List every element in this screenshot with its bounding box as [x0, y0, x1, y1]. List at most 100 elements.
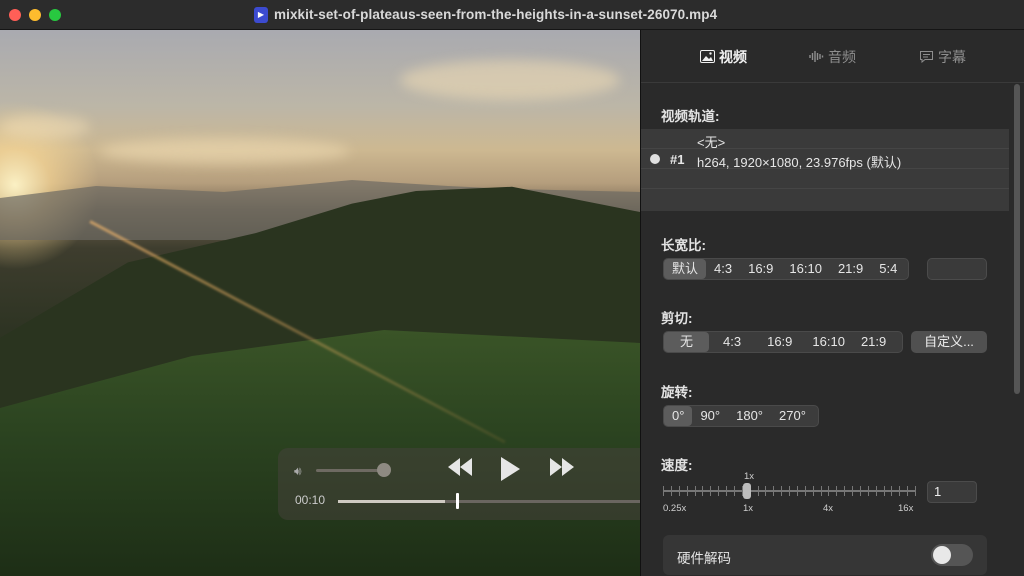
rotation-option-270[interactable]: 270° — [771, 406, 814, 426]
speed-tick-label: 16x — [898, 503, 914, 514]
crop-option-16-9[interactable]: 16:9 — [755, 332, 804, 352]
crop-label: 剪切: — [661, 311, 693, 326]
seek-knob[interactable] — [456, 493, 459, 509]
rotation-option-0[interactable]: 0° — [664, 406, 693, 426]
speed-tick-mark — [694, 486, 696, 496]
speed-tick-mark — [883, 486, 885, 496]
tab-subtitles-label: 字幕 — [938, 49, 966, 65]
seek-bar-progress — [338, 500, 445, 503]
hardware-decode-row: 硬件解码 — [663, 535, 987, 575]
speed-value-input[interactable]: 1 — [927, 481, 977, 503]
speed-tick-mark — [852, 486, 853, 496]
speed-label: 速度: — [661, 458, 693, 473]
hardware-decode-label: 硬件解码 — [677, 551, 731, 566]
speed-slider-knob[interactable] — [743, 483, 751, 499]
rewind-icon — [448, 458, 472, 476]
video-track-list: <无> #1 h264, 1920×1080, 23.976fps (默认) — [641, 129, 1009, 211]
speed-tick-mark — [812, 486, 814, 496]
play-button[interactable] — [498, 456, 522, 489]
speed-tick-mark — [678, 486, 680, 496]
video-track-label: 视频轨道: — [661, 109, 720, 124]
current-time: 00:10 — [295, 493, 326, 507]
tab-video-label: 视频 — [719, 49, 747, 65]
rewind-button[interactable] — [446, 456, 474, 485]
speed-tick-mark — [718, 486, 720, 496]
tab-audio[interactable]: 音频 — [809, 47, 856, 67]
aspect-ratio-label: 长宽比: — [661, 238, 706, 253]
speed-tick-mark — [710, 486, 712, 496]
speaker-icon[interactable]: 🔊︎ — [294, 464, 302, 479]
speed-tick-label: 0.25x — [663, 503, 687, 514]
rotation-segmented-control: 0° 90° 180° 270° — [663, 405, 819, 427]
aspect-option-21-9[interactable]: 21:9 — [830, 259, 871, 279]
speed-tick-label: 4x — [823, 503, 834, 514]
speed-tick-mark — [915, 486, 916, 496]
track-empty-row — [641, 189, 1009, 209]
aspect-option-16-10[interactable]: 16:10 — [781, 259, 830, 279]
speed-tick-mark — [867, 486, 869, 496]
speed-tick-mark — [844, 486, 846, 496]
crop-segmented-control: 无 4:3 16:9 16:10 21:9 — [663, 331, 903, 353]
speed-tick-mark — [820, 486, 822, 496]
speed-tick-mark — [859, 486, 861, 496]
speed-tick-mark — [757, 486, 759, 496]
aspect-ratio-custom-input[interactable] — [927, 258, 987, 280]
speed-tick-mark — [796, 486, 798, 496]
panel-tabs: 视频 音频 字幕 — [641, 30, 1024, 83]
speed-tick-mark — [686, 486, 688, 496]
aspect-option-4-3[interactable]: 4:3 — [706, 259, 740, 279]
fast-forward-icon — [550, 458, 574, 476]
speed-tick-mark — [907, 486, 909, 496]
volume-knob[interactable] — [377, 463, 391, 477]
hardware-decode-toggle[interactable] — [931, 544, 973, 566]
tab-subtitles[interactable]: 字幕 — [919, 47, 966, 67]
video-file-icon: ▶ — [254, 7, 268, 23]
title-bar: ▶ mixkit-set-of-plateaus-seen-from-the-h… — [0, 0, 1024, 30]
panel-scrollbar[interactable] — [1014, 84, 1020, 394]
speed-tick-mark — [726, 486, 727, 496]
selected-dot-icon — [650, 154, 660, 164]
volume-slider[interactable] — [316, 469, 386, 472]
track-option-1[interactable]: #1 h264, 1920×1080, 23.976fps (默认) — [641, 149, 1009, 170]
rotation-option-180[interactable]: 180° — [728, 406, 771, 426]
speed-tick-mark — [789, 486, 790, 496]
video-cloud — [400, 60, 620, 100]
speed-tick-mark — [875, 486, 877, 496]
player-controls: 🔊︎ 00:10 — [278, 448, 640, 520]
tab-video[interactable]: 视频 — [700, 47, 747, 67]
speed-tick-mark — [804, 486, 806, 496]
crop-option-none[interactable]: 无 — [664, 332, 710, 352]
maximize-window-button[interactable] — [49, 9, 61, 21]
speed-tick-mark — [733, 486, 735, 496]
video-cloud — [100, 138, 350, 164]
speed-tick-mark — [773, 486, 775, 496]
rotation-label: 旋转: — [661, 385, 693, 400]
aspect-option-5-4[interactable]: 5:4 — [871, 259, 905, 279]
waveform-icon — [809, 51, 824, 62]
fast-forward-button[interactable] — [548, 456, 576, 485]
crop-option-21-9[interactable]: 21:9 — [853, 332, 894, 352]
minimize-window-button[interactable] — [29, 9, 41, 21]
aspect-option-16-9[interactable]: 16:9 — [740, 259, 781, 279]
caption-bubble-icon — [920, 51, 933, 63]
speed-slider[interactable] — [663, 486, 916, 496]
speed-tick-mark — [891, 486, 893, 496]
settings-panel: 视频 音频 字幕 视频轨道: <无> #1 h264, 1920×1080, 2… — [640, 30, 1024, 576]
speed-tick-mark — [702, 486, 704, 496]
speed-tick-mark — [828, 486, 830, 496]
speed-tick-mark — [899, 486, 901, 496]
speed-current-label: 1x — [744, 471, 755, 482]
crop-option-4-3[interactable]: 4:3 — [709, 332, 755, 352]
play-icon — [501, 457, 520, 481]
speed-tick-mark — [836, 486, 838, 496]
aspect-option-default[interactable]: 默认 — [664, 259, 707, 279]
speed-tick-mark — [765, 486, 767, 496]
close-window-button[interactable] — [9, 9, 21, 21]
aspect-ratio-segmented-control: 默认 4:3 16:9 16:10 21:9 5:4 — [663, 258, 909, 280]
crop-custom-button[interactable]: 自定义... — [911, 331, 987, 353]
speed-tick-label: 1x — [743, 503, 754, 514]
crop-option-16-10[interactable]: 16:10 — [804, 332, 853, 352]
seek-bar[interactable] — [338, 493, 640, 509]
track-option-none[interactable]: <无> — [641, 129, 1009, 150]
rotation-option-90[interactable]: 90° — [692, 406, 728, 426]
